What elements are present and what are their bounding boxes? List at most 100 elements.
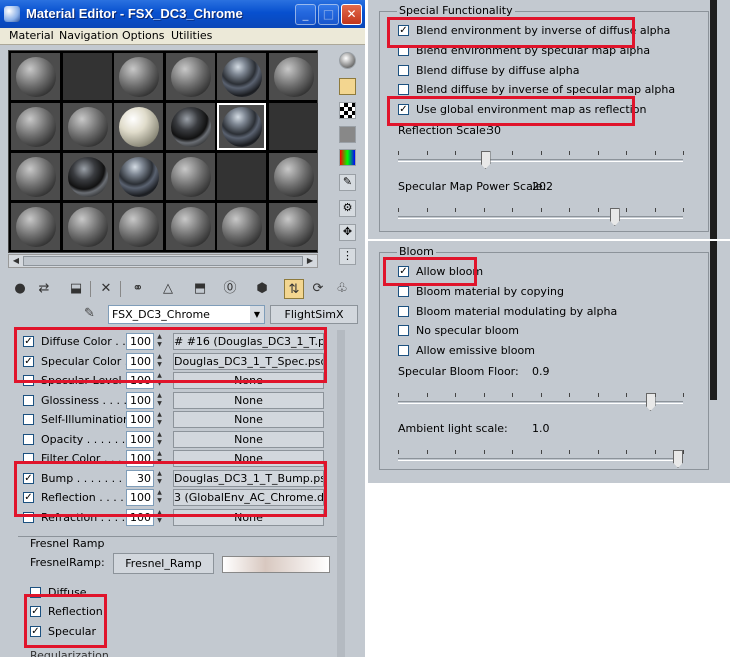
pick-material-eyedropper-icon[interactable]: ✎ [84,306,95,321]
checkbox[interactable] [398,285,409,297]
checkbox[interactable] [398,84,409,96]
checkbox[interactable] [30,587,41,598]
sample-slot[interactable] [11,153,60,200]
minimize-button[interactable]: _ [295,4,316,25]
map-slot-button[interactable]: # #16 (Douglas_DC3_1_T.psd) [173,333,324,350]
get-material-icon[interactable]: ● [10,279,30,299]
sample-slot[interactable] [165,203,215,250]
menu-options[interactable]: Options [122,29,164,42]
map-amount-spinner[interactable]: 100 [126,508,154,526]
sample-slot[interactable] [11,53,60,100]
map-enable-checkbox[interactable]: ✓ [23,472,34,484]
put-to-library-icon[interactable]: △ [158,279,178,299]
sample-slot[interactable] [165,153,215,200]
map-amount-spinner[interactable]: 100 [126,352,154,370]
checkbox[interactable]: ✓ [398,104,409,116]
map-enable-checkbox[interactable] [23,433,34,445]
sample-slot[interactable] [268,103,318,150]
specular-power-slider[interactable] [398,208,684,226]
uv-tiling-icon[interactable] [339,126,356,143]
map-slot-button[interactable]: None [173,411,324,428]
map-enable-checkbox[interactable]: ✓ [23,355,34,367]
map-enable-checkbox[interactable] [23,414,34,425]
map-slot-button[interactable]: None [173,508,324,526]
spinner-arrows-icon[interactable]: ▲ ▼ [155,509,164,526]
show-map-in-viewport-icon[interactable]: ⓪ [220,279,240,299]
fresnel-option[interactable]: Diffuse [30,585,150,601]
material-name-field[interactable]: FSX_DC3_Chrome ▼ [108,305,265,324]
sample-type-icon[interactable] [339,52,356,69]
panel-scrollbar[interactable] [710,0,717,400]
go-forward-to-sibling-icon[interactable]: ⟳ [308,279,328,299]
sample-slot[interactable] [62,103,112,150]
checkbox[interactable] [398,44,409,56]
menu-material[interactable]: Material [9,29,54,42]
slider-track[interactable] [398,401,683,404]
map-enable-checkbox[interactable] [23,375,34,386]
sample-slot[interactable] [114,203,163,250]
spinner-arrows-icon[interactable]: ▲ ▼ [155,470,164,487]
title-bar[interactable]: Material Editor - FSX_DC3_Chrome _ □ ✕ [0,0,365,28]
sample-slot[interactable] [217,153,266,200]
map-slot-button[interactable]: 3 (GlobalEnv_AC_Chrome.dds) [173,489,324,506]
ambient-light-slider[interactable] [398,450,684,468]
slider-thumb[interactable] [645,393,656,411]
map-slot-button[interactable]: Douglas_DC3_1_T_Spec.psd) [173,352,324,370]
map-amount-spinner[interactable]: 100 [126,450,154,467]
sample-slot[interactable] [114,53,163,100]
put-to-scene-icon[interactable]: ⇄ [34,279,54,299]
fresnel-ramp-swatch[interactable] [222,556,330,573]
sample-slot[interactable] [217,103,266,150]
map-slot-button[interactable]: Douglas_DC3_1_T_Bump.psd) [173,469,324,487]
slider-thumb[interactable] [609,208,620,226]
close-button[interactable]: ✕ [341,4,362,25]
slider-track[interactable] [398,458,683,461]
map-amount-spinner[interactable]: 100 [126,489,154,506]
map-enable-checkbox[interactable] [23,453,34,464]
chevron-down-icon[interactable]: ▼ [250,306,264,323]
sample-slot[interactable] [268,203,318,250]
map-amount-spinner[interactable]: 100 [126,430,154,448]
spinner-arrows-icon[interactable]: ▲ ▼ [155,450,164,467]
spinner-arrows-icon[interactable]: ▲ ▼ [155,489,164,506]
map-slot-button[interactable]: None [173,391,324,409]
spinner-arrows-icon[interactable]: ▲ ▼ [155,372,164,389]
scrollbar-thumb[interactable] [23,256,303,266]
map-slot-button[interactable]: None [173,450,324,467]
scroll-left-icon[interactable]: ◀ [10,256,22,266]
slider-thumb[interactable] [673,450,683,468]
sample-slot[interactable] [62,153,112,200]
rollout-vertical-scrollbar[interactable] [337,330,345,657]
make-unique-icon[interactable]: ⚭ [128,279,148,299]
sample-slot[interactable] [268,153,318,200]
spinner-arrows-icon[interactable]: ▲ ▼ [155,392,164,409]
menu-utilities[interactable]: Utilities [171,29,212,42]
map-enable-checkbox[interactable] [23,394,34,406]
sample-slot[interactable] [217,203,266,250]
sample-slot[interactable] [165,103,215,150]
material-type-button[interactable]: FlightSimX [270,305,358,324]
sample-slot[interactable] [62,53,112,100]
fresnel-ramp-button[interactable]: Fresnel_Ramp [113,553,214,574]
go-to-sibling-icon[interactable]: ♧ [332,279,352,299]
slider-track[interactable] [398,216,683,219]
make-preview-icon[interactable]: ✎ [339,174,356,191]
go-to-parent-icon[interactable]: ⇅ [284,279,304,299]
map-enable-checkbox[interactable]: ✓ [23,336,34,347]
slider-track[interactable] [398,159,683,162]
map-amount-spinner[interactable]: 100 [126,372,154,389]
sample-slot[interactable] [11,203,60,250]
assign-to-selection-icon[interactable]: ⬓ [66,279,86,299]
sample-slot[interactable] [268,53,318,100]
checkbox[interactable]: ✓ [30,606,41,617]
bloom-floor-slider[interactable] [398,393,684,411]
maximize-button[interactable]: □ [318,4,339,25]
scroll-right-icon[interactable]: ▶ [304,256,316,266]
menu-navigation[interactable]: Navigation [59,29,118,42]
map-amount-spinner[interactable]: 30 [126,469,154,487]
material-effects-channel-icon[interactable]: ⬒ [190,279,210,299]
options-icon[interactable]: ⚙ [339,200,356,217]
slider-thumb[interactable] [480,151,491,169]
sample-slot[interactable] [62,203,112,250]
map-amount-spinner[interactable]: 100 [126,411,154,428]
